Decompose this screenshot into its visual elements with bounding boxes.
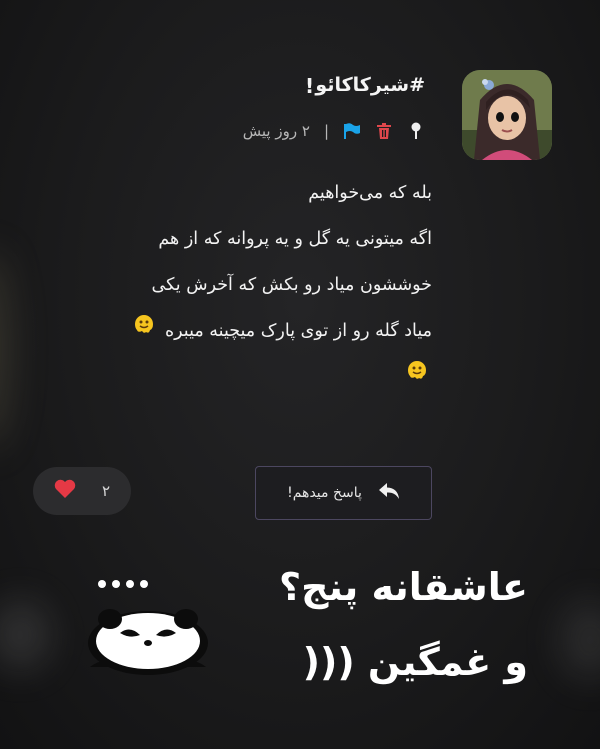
melting-face-emoji [405, 354, 429, 400]
comment-line: میاد گله رو از توی پارک میچینه میبره [52, 308, 432, 354]
flag-icon[interactable] [343, 121, 361, 141]
post-time: ۲ روز پیش [242, 122, 310, 140]
like-count: ۲ [101, 482, 111, 500]
reply-label: پاسخ میدهم! [287, 485, 362, 501]
comment-line: اگه میتونی یه گل و یه پروانه که از هم [158, 229, 432, 249]
caption-line-1: عاشقانه پنج؟ [279, 565, 528, 609]
avatar[interactable] [462, 70, 552, 160]
pin-icon[interactable] [407, 121, 425, 141]
comment-body: بله که می‌خواهیم اگه میتونی یه گل و یه پ… [52, 170, 432, 400]
comment-line-text: میاد گله رو از توی پارک میچینه میبره [164, 321, 432, 341]
separator: | [323, 122, 329, 140]
trash-icon[interactable] [375, 121, 393, 141]
reply-button[interactable]: پاسخ میدهم! [255, 466, 432, 520]
comment-card: #شیرکاکائو ! | ۲ روز پیش [0, 0, 600, 749]
caption-line-2: و غمگین ((( [302, 640, 528, 684]
melting-face-emoji [132, 308, 156, 354]
reply-arrow-icon [378, 482, 400, 504]
comment-line: خوششون میاد رو بکش که آخرش یکی [151, 275, 432, 295]
like-button[interactable]: ۲ [33, 467, 131, 515]
comment-line [52, 354, 432, 400]
post-meta: | ۲ روز پیش [243, 119, 425, 143]
comment-line: بله که می‌خواهیم [308, 183, 432, 203]
heart-icon [54, 479, 76, 503]
panda-sticker [80, 575, 215, 675]
username[interactable]: #شیرکاکائو [165, 74, 425, 96]
attention-badge: ! [305, 74, 315, 98]
